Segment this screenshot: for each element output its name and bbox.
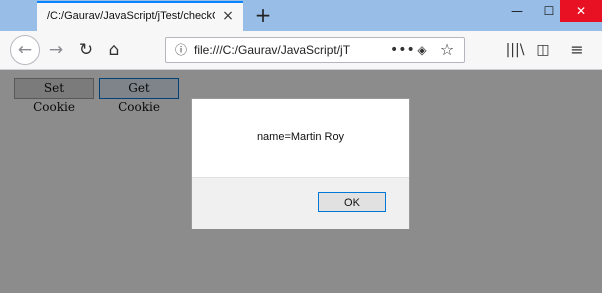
minimize-window-icon[interactable]: — <box>500 0 534 22</box>
browser-tab[interactable]: /C:/Gaurav/JavaScript/jTest/checkCookie … <box>37 1 243 31</box>
new-tab-icon[interactable]: + <box>252 3 274 27</box>
back-icon[interactable]: ← <box>10 35 40 65</box>
sidebar-icon[interactable]: ◫ <box>533 40 553 60</box>
page-actions-icon[interactable]: ••• <box>390 41 415 59</box>
title-bar: /C:/Gaurav/JavaScript/jTest/checkCookie … <box>0 0 602 32</box>
reload-icon[interactable]: ↻ <box>73 38 99 62</box>
forward-icon[interactable]: → <box>43 38 69 62</box>
menu-icon[interactable]: ≡ <box>567 40 587 60</box>
pocket-icon[interactable]: ◈ <box>414 42 430 58</box>
tab-title: /C:/Gaurav/JavaScript/jTest/checkCookie <box>47 10 215 22</box>
alert-message: name=Martin Roy <box>256 131 345 143</box>
alert-footer: OK <box>192 177 409 229</box>
navigation-bar: ← → ↻ ⌂ ⓘ file:///C:/Gaurav/JavaScript/j… <box>0 31 602 70</box>
page-content: Set Cookie Get Cookie name=Martin Roy OK <box>0 70 602 293</box>
library-icon[interactable]: |||\ <box>505 40 525 60</box>
site-info-icon[interactable]: ⓘ <box>173 42 189 58</box>
ok-button[interactable]: OK <box>318 192 386 212</box>
home-icon[interactable]: ⌂ <box>101 38 127 62</box>
alert-dialog: name=Martin Roy OK <box>191 98 410 229</box>
url-bar[interactable]: ⓘ file:///C:/Gaurav/JavaScript/jT ••• ◈ … <box>165 37 465 63</box>
close-tab-icon[interactable]: × <box>221 9 235 23</box>
bookmark-star-icon[interactable]: ☆ <box>438 40 456 60</box>
url-text[interactable]: file:///C:/Gaurav/JavaScript/jT <box>194 43 384 57</box>
close-window-icon[interactable]: ✕ <box>560 0 602 22</box>
